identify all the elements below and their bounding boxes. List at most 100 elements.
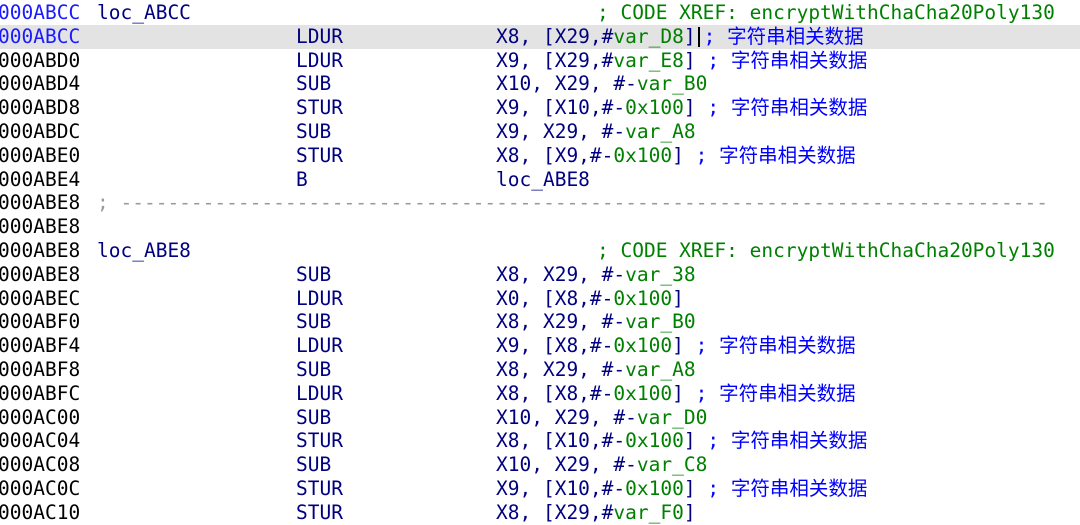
listing-row[interactable]: 000ABEC LDUR X0, [X8,#-0x100] xyxy=(0,287,1080,311)
mnemonic[interactable]: SUB xyxy=(296,406,331,430)
operands[interactable]: X10, X29, #-var_B0 xyxy=(496,72,707,96)
address[interactable]: 000ABD0 xyxy=(0,49,80,73)
operand-variable[interactable]: var_B0 xyxy=(637,72,707,95)
operand-variable[interactable]: var_A8 xyxy=(625,120,695,143)
address[interactable]: 000ABE8 xyxy=(0,215,80,239)
operands[interactable]: X8, X29, #-var_B0 xyxy=(496,310,696,334)
operand-text[interactable]: X8, X29, #- xyxy=(496,263,625,286)
operands[interactable]: loc_ABE8 xyxy=(496,168,590,192)
code-label[interactable]: loc_ABCC xyxy=(97,1,191,25)
operands[interactable]: X0, [X8,#-0x100] xyxy=(496,287,684,311)
operand-text[interactable]: ] xyxy=(684,477,696,500)
address[interactable]: 000ABD8 xyxy=(0,96,80,120)
operand-text[interactable]: ] xyxy=(672,144,684,167)
operand-text[interactable]: X9, [X10,#- xyxy=(496,96,625,119)
operand-variable[interactable]: 0x100 xyxy=(625,96,684,119)
operand-text[interactable]: X0, [X8,#- xyxy=(496,287,613,310)
address[interactable]: 000AC00 xyxy=(0,406,80,430)
operand-variable[interactable]: 0x100 xyxy=(613,144,672,167)
operand-variable[interactable]: var_A8 xyxy=(625,358,695,381)
operand-variable[interactable]: var_E8 xyxy=(613,49,683,72)
listing-row[interactable]: 000ABDC SUB X9, X29, #-var_A8 xyxy=(0,120,1080,144)
mnemonic[interactable]: STUR xyxy=(296,477,343,501)
operand-variable[interactable]: var_38 xyxy=(625,263,695,286)
operand-variable[interactable]: var_D0 xyxy=(637,406,707,429)
listing-row[interactable]: 000ABFC LDUR X8, [X8,#-0x100] ; 字符串相关数据 xyxy=(0,382,1080,406)
address[interactable]: 000ABE8 xyxy=(0,263,80,287)
address[interactable]: 000ABE0 xyxy=(0,144,80,168)
operands[interactable]: X8, [X10,#-0x100] ; 字符串相关数据 xyxy=(496,429,867,453)
address[interactable]: 000ABCC xyxy=(0,1,80,25)
listing-row[interactable]: 000ABCC loc_ABCC ; CODE XREF: encryptWithC… xyxy=(0,1,1080,25)
operand-variable[interactable]: 0x100 xyxy=(613,382,672,405)
listing-row[interactable]: 000ABE4 Bloc_ABE8 xyxy=(0,168,1080,192)
operands[interactable]: X9, X29, #-var_A8 xyxy=(496,120,696,144)
operand-text[interactable]: ] xyxy=(684,25,696,48)
listing-row[interactable]: 000ABE0 STUR X8, [X9,#-0x100] ; 字符串相关数据 xyxy=(0,144,1080,168)
mnemonic[interactable]: LDUR xyxy=(296,25,343,49)
mnemonic[interactable]: LDUR xyxy=(296,287,343,311)
listing-row[interactable]: 000AC10 STUR X8, [X29,#var_F0] xyxy=(0,501,1080,525)
operand-text[interactable]: ] xyxy=(672,334,684,357)
address[interactable]: 000ABEC xyxy=(0,287,80,311)
operands[interactable]: X10, X29, #-var_D0 xyxy=(496,406,707,430)
operand-text[interactable]: X8, [X9,#- xyxy=(496,144,613,167)
operand-text[interactable]: X10, X29, #- xyxy=(496,453,637,476)
operand-variable[interactable]: var_B0 xyxy=(625,310,695,333)
listing-row[interactable]: 000ABF0 SUB X8, X29, #-var_B0 xyxy=(0,310,1080,334)
mnemonic[interactable]: LDUR xyxy=(296,382,343,406)
mnemonic[interactable]: SUB xyxy=(296,120,331,144)
listing-row[interactable]: 000ABE8 xyxy=(0,215,1080,239)
operand-text[interactable]: X10, X29, #- xyxy=(496,72,637,95)
operand-text[interactable]: X8, [X29,# xyxy=(496,25,613,48)
listing-row[interactable]: 000AC0C STUR X9, [X10,#-0x100] ; 字符串相关数据 xyxy=(0,477,1080,501)
address[interactable]: 000ABDC xyxy=(0,120,80,144)
operand-variable[interactable]: 0x100 xyxy=(625,429,684,452)
listing-row[interactable]: 000ABF8 SUB X8, X29, #-var_A8 xyxy=(0,358,1080,382)
operands[interactable]: X8, [X29,#var_F0] xyxy=(496,501,696,525)
address[interactable]: 000ABE8 xyxy=(0,239,80,263)
mnemonic[interactable]: SUB xyxy=(296,310,331,334)
listing-row[interactable]: 000ABF4 LDUR X9, [X8,#-0x100] ; 字符串相关数据 xyxy=(0,334,1080,358)
mnemonic[interactable]: SUB xyxy=(296,72,331,96)
operand-text[interactable]: X9, X29, #- xyxy=(496,120,625,143)
operand-text[interactable]: X8, X29, #- xyxy=(496,358,625,381)
listing-row[interactable]: 000ABE8 SUB X8, X29, #-var_38 xyxy=(0,263,1080,287)
listing-row[interactable]: 000ABE8 ; -------------------------------… xyxy=(0,191,1080,215)
operand-text[interactable]: X9, [X8,#- xyxy=(496,334,613,357)
address[interactable]: 000ABF0 xyxy=(0,310,80,334)
operand-text[interactable]: ] xyxy=(684,96,696,119)
operands[interactable]: X8, [X29,#var_D8] ; 字符串相关数据 xyxy=(496,25,864,49)
operand-variable[interactable]: var_F0 xyxy=(613,501,683,524)
mnemonic[interactable]: SUB xyxy=(296,358,331,382)
operand-text[interactable]: X9, [X29,# xyxy=(496,49,613,72)
address[interactable]: 000AC10 xyxy=(0,501,80,525)
operand-variable[interactable]: var_D8 xyxy=(613,25,683,48)
mnemonic[interactable]: SUB xyxy=(296,263,331,287)
operand-text[interactable]: loc_ABE8 xyxy=(496,168,590,191)
mnemonic[interactable]: LDUR xyxy=(296,49,343,73)
operands[interactable]: X10, X29, #-var_C8 xyxy=(496,453,707,477)
mnemonic[interactable]: STUR xyxy=(296,501,343,525)
operands[interactable]: X9, [X8,#-0x100] ; 字符串相关数据 xyxy=(496,334,856,358)
operand-text[interactable]: X9, [X10,#- xyxy=(496,477,625,500)
mnemonic[interactable]: SUB xyxy=(296,453,331,477)
operand-text[interactable]: X8, [X10,#- xyxy=(496,429,625,452)
address[interactable]: 000ABFC xyxy=(0,382,80,406)
operands[interactable]: X8, X29, #-var_38 xyxy=(496,263,696,287)
address[interactable]: 000ABD4 xyxy=(0,72,80,96)
operand-variable[interactable]: var_C8 xyxy=(637,453,707,476)
operands[interactable]: X9, [X29,#var_E8] ; 字符串相关数据 xyxy=(496,49,867,73)
listing-row[interactable]: 000ABD4 SUB X10, X29, #-var_B0 xyxy=(0,72,1080,96)
operands[interactable]: X9, [X10,#-0x100] ; 字符串相关数据 xyxy=(496,96,867,120)
operands[interactable]: X9, [X10,#-0x100] ; 字符串相关数据 xyxy=(496,477,867,501)
address[interactable]: 000ABCC xyxy=(0,25,80,49)
operand-variable[interactable]: 0x100 xyxy=(613,287,672,310)
operand-text[interactable]: ] xyxy=(684,429,696,452)
mnemonic[interactable]: B xyxy=(296,168,308,192)
listing-row[interactable]: 000AC08 SUB X10, X29, #-var_C8 xyxy=(0,453,1080,477)
operand-variable[interactable]: 0x100 xyxy=(625,477,684,500)
listing-row[interactable]: 000ABE8 loc_ABE8 ; CODE XREF: encryptWithC… xyxy=(0,239,1080,263)
address[interactable]: 000ABE4 xyxy=(0,168,80,192)
mnemonic[interactable]: LDUR xyxy=(296,334,343,358)
